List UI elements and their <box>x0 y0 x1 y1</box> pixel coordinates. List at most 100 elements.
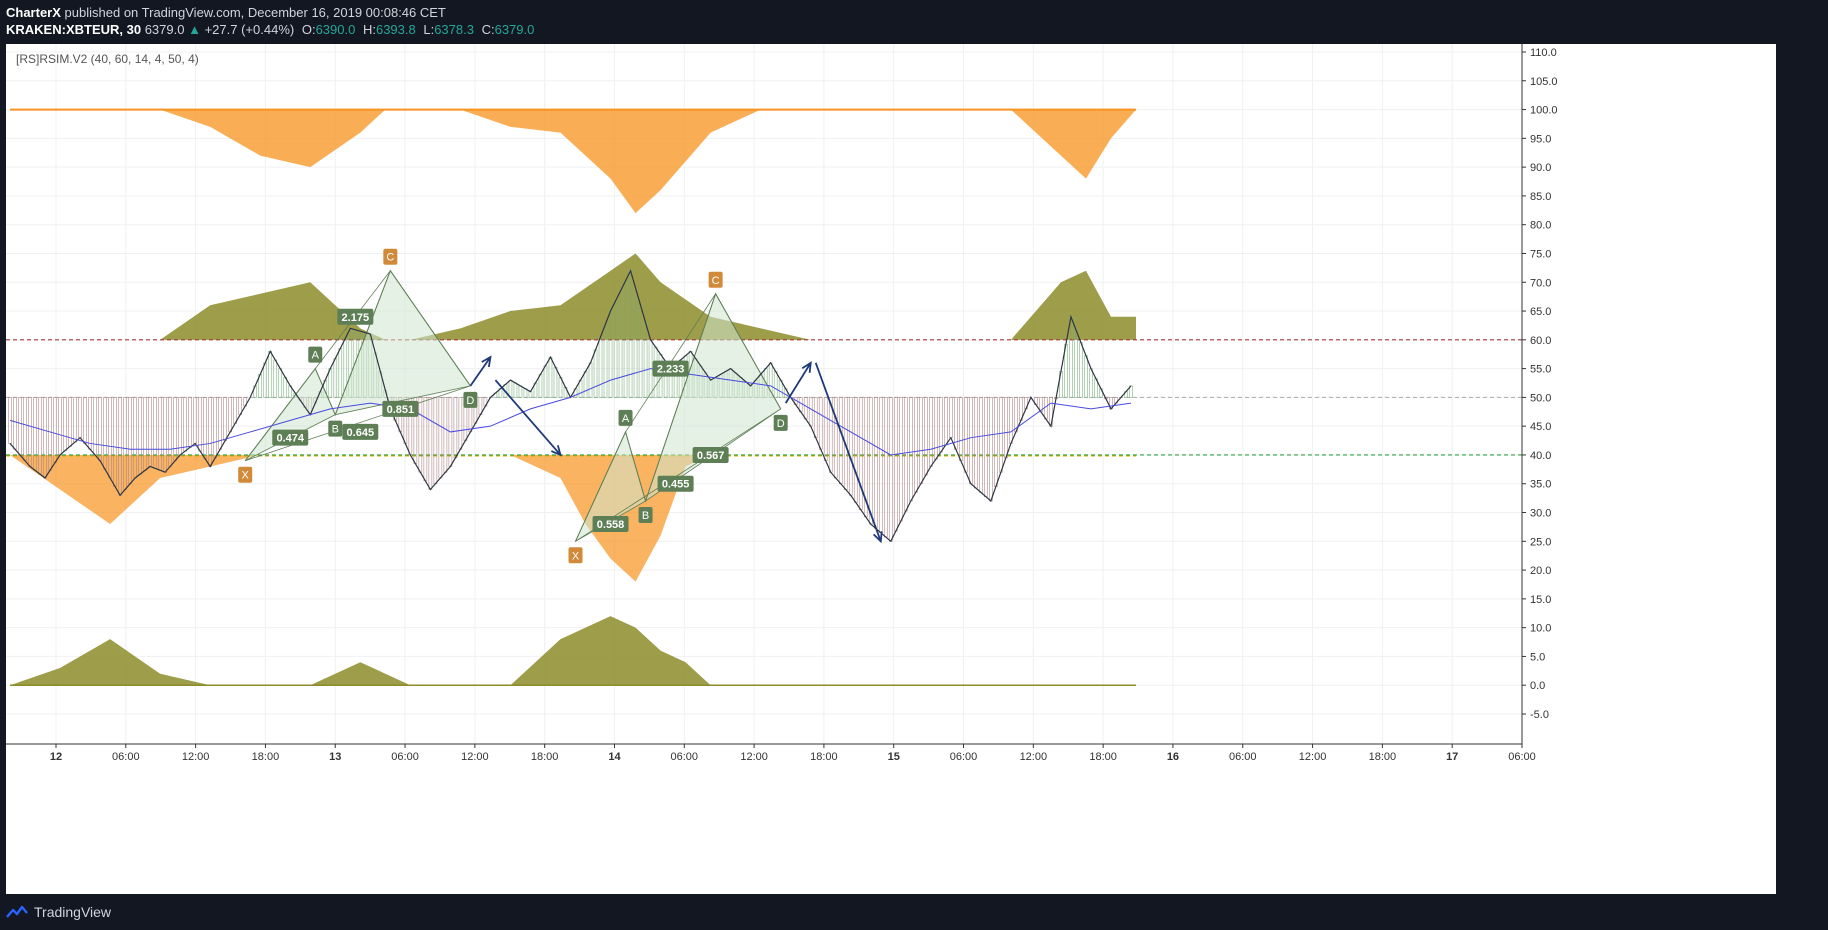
x-tick-label: 12:00 <box>461 751 489 763</box>
rsi-hist-bar <box>773 371 778 398</box>
rsi-hist-bar <box>939 397 943 453</box>
pattern-point-b-label: B <box>642 510 649 522</box>
rsi-hist-bar <box>883 397 888 538</box>
pattern-point-a-label: A <box>312 350 320 362</box>
rsi-hist-bar <box>994 397 998 487</box>
publish-text: published on TradingView.com, December 1… <box>64 5 446 20</box>
rsi-hist-bar <box>1084 355 1088 398</box>
rsi-hist-bar <box>438 397 443 479</box>
y-tick-label: 85.0 <box>1530 191 1551 203</box>
rsi-hist-bar <box>898 397 903 522</box>
rsi-hist-bar <box>328 368 333 398</box>
rsi-hist-bar <box>83 397 87 444</box>
ratio-label: 0.645 <box>347 427 375 439</box>
pattern-point-x-label: X <box>242 470 250 482</box>
rsi-hist-bar <box>528 391 533 398</box>
y-tick-label: 0.0 <box>1530 680 1545 692</box>
y-tick-label: 100.0 <box>1530 105 1558 117</box>
rsi-hist-bar <box>548 356 553 398</box>
ratio-label: 0.474 <box>276 433 304 445</box>
rsi-hist-bar <box>903 397 908 512</box>
rsi-hist-bar <box>593 349 598 398</box>
rsi-hist-bar <box>223 397 227 441</box>
y-tick-label: 70.0 <box>1530 277 1551 289</box>
rsi-hist-bar <box>588 362 593 398</box>
rsi-hist-bar <box>1014 397 1018 433</box>
x-tick-label: 06:00 <box>1229 751 1257 763</box>
rsi-hist-bar <box>553 366 558 398</box>
signal-line <box>9 368 1132 456</box>
high-label: H: <box>362 22 376 37</box>
rsi-hist-bar <box>538 374 543 398</box>
y-tick-label: 65.0 <box>1530 306 1551 318</box>
x-tick-label: 18:00 <box>1369 751 1397 763</box>
rsi-hist-bar <box>443 397 448 473</box>
chart-header: CharterX published on TradingView.com, D… <box>0 0 1828 44</box>
symbol-label[interactable]: KRAKEN:XBTEUR, 30 <box>6 22 141 37</box>
author-name[interactable]: CharterX <box>6 5 61 20</box>
pattern-triangle-bcd <box>334 269 472 416</box>
rsi-hist-bar <box>934 397 938 460</box>
ratio-label: 0.455 <box>662 479 690 491</box>
olive-bottom-area <box>10 616 761 686</box>
rsi-hist-bar <box>853 397 858 503</box>
x-tick-label: 16 <box>1167 751 1179 763</box>
rsi-hist-bar <box>73 397 77 443</box>
y-tick-label: 45.0 <box>1530 421 1551 433</box>
rsi-hist-bar <box>1044 397 1048 420</box>
x-tick-label: 06:00 <box>391 751 419 763</box>
rsi-hist-bar <box>813 397 818 438</box>
tradingview-brand[interactable]: TradingView <box>34 904 111 920</box>
rsi-hist-bar <box>188 397 192 448</box>
open-value: 6390.0 <box>315 22 356 37</box>
rsi-hist-bar <box>63 397 67 451</box>
rsi-hist-bar <box>218 397 222 450</box>
rsi-hist-bar <box>233 397 237 424</box>
rsi-hist-bar <box>1009 397 1013 444</box>
high-value: 6393.8 <box>375 22 416 37</box>
footer-bar: TradingView <box>0 894 1828 930</box>
rsi-hist-bar <box>598 336 603 398</box>
y-tick-label: 110.0 <box>1530 47 1557 59</box>
rsi-hist-bar <box>228 397 232 433</box>
trend-arrow-line <box>814 362 882 542</box>
rsi-hist-bar <box>453 397 458 459</box>
y-tick-label: 80.0 <box>1530 220 1551 232</box>
x-tick-label: 06:00 <box>112 751 140 763</box>
chart-pane[interactable]: X A B C D 2.175 0.474 0.645 0.851 X A B C D 2.233 0.558… <box>6 44 1776 894</box>
y-tick-label: 105.0 <box>1530 76 1558 88</box>
rsi-hist-bar <box>914 397 918 493</box>
rsi-hist-bar <box>508 379 513 398</box>
chart-svg[interactable]: X A B C D 2.175 0.474 0.645 0.851 X A B C D 2.233 0.558… <box>6 44 1776 894</box>
rsi-hist-bar <box>924 397 928 476</box>
rsi-hist-bar <box>68 397 72 447</box>
ratio-label: 0.851 <box>387 404 415 416</box>
orange-upper-area <box>10 109 1136 214</box>
rsi-hist-bar <box>13 397 17 450</box>
rsi-hist-bar <box>273 359 278 398</box>
pattern-point-d-label: D <box>466 395 474 407</box>
rsi-hist-bar <box>433 397 438 485</box>
rsi-hist-bar <box>338 348 343 398</box>
rsi-hist-bar <box>969 397 973 485</box>
y-tick-label: 40.0 <box>1530 450 1551 462</box>
ratio-label: 0.558 <box>597 519 625 531</box>
indicator-label[interactable]: [RS]RSIM.V2 (40, 60, 14, 4, 50, 4) <box>16 52 199 66</box>
rsi-hist-bar <box>183 397 187 452</box>
rsi-hist-bar <box>1004 397 1008 459</box>
y-tick-label: 15.0 <box>1530 594 1551 606</box>
rsi-hist-bar <box>203 397 207 460</box>
low-value: 6378.3 <box>434 22 474 37</box>
rsi-hist-bar <box>868 397 873 525</box>
x-tick-label: 18:00 <box>531 751 559 763</box>
rsi-hist-bar <box>428 397 433 490</box>
x-tick-label: 13 <box>329 751 341 763</box>
y-tick-label: 25.0 <box>1530 536 1551 548</box>
y-tick-label: 95.0 <box>1530 133 1551 145</box>
ratio-label: 0.567 <box>697 450 725 462</box>
rsi-hist-bar <box>999 397 1003 473</box>
rsi-hist-bar <box>888 397 893 542</box>
rsi-hist-bar <box>823 397 828 462</box>
symbol-line: KRAKEN:XBTEUR, 30 6379.0 ▲ +27.7 (+0.44%… <box>6 22 534 37</box>
x-tick-label: 06:00 <box>671 751 699 763</box>
